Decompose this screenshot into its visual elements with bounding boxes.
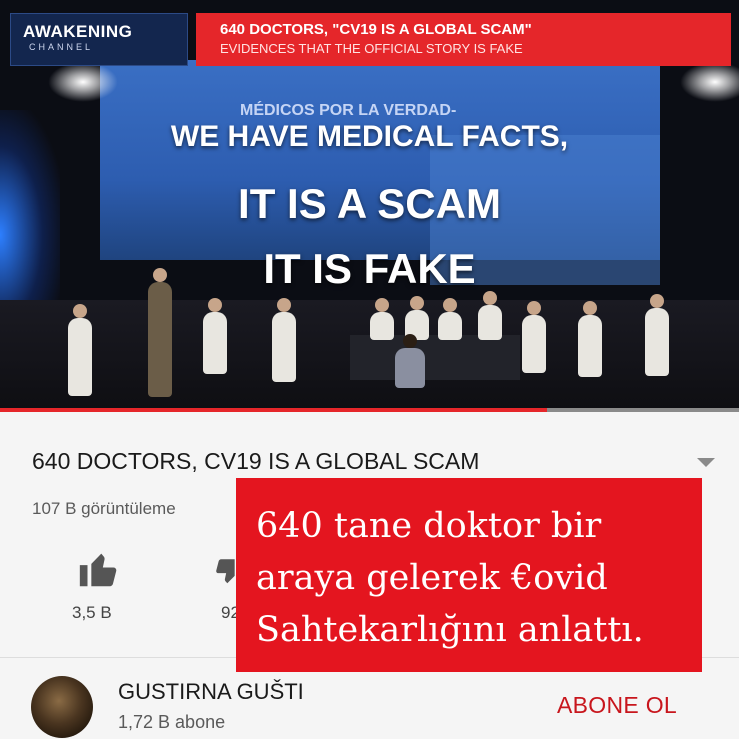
caption-overlay-box: 640 tane doktor bir araya gelerek €ovid …	[236, 478, 702, 672]
panelist-figure	[578, 301, 602, 377]
logo-text: AWAKENING	[23, 22, 133, 41]
view-count: 107 B görüntüleme	[32, 499, 176, 518]
banner-headline: 640 DOCTORS, "CV19 IS A GLOBAL SCAM"	[220, 21, 532, 38]
video-title: 640 DOCTORS, CV19 IS A GLOBAL SCAM	[32, 448, 480, 474]
panelist-figure	[522, 301, 546, 373]
panelist-figure	[370, 298, 394, 340]
overlay-text-line3: IT IS FAKE	[263, 245, 476, 292]
overlay-text-line1: WE HAVE MEDICAL FACTS,	[170, 120, 569, 153]
panelist-figure	[645, 294, 669, 376]
panelist-figure	[478, 291, 502, 340]
like-count: 3,5 B	[72, 603, 112, 622]
caption-line3: Sahtekarlığını anlattı.	[256, 610, 644, 650]
camera-operator-figure	[68, 304, 92, 396]
expand-chevron-icon[interactable]	[697, 458, 715, 467]
subscriber-count: 1,72 B abone	[118, 712, 226, 732]
ceiling-lamp	[48, 62, 118, 102]
video-player[interactable]: AWAKENING CHANNEL 640 DOCTORS, "CV19 IS …	[0, 0, 739, 412]
panel-table	[350, 335, 520, 380]
panelist-figure	[203, 298, 227, 374]
caption-line1: 640 tane doktor bir	[256, 506, 602, 546]
channel-logo: AWAKENING CHANNEL	[10, 13, 188, 66]
speaker-figure	[148, 268, 172, 397]
channel-avatar[interactable]	[31, 676, 93, 738]
panelist-figure	[272, 298, 296, 382]
overlay-text-line2: IT IS A SCAM	[238, 180, 501, 227]
banner-subheadline: EVIDENCES THAT THE OFFICIAL STORY IS FAK…	[220, 41, 523, 56]
title-banner: 640 DOCTORS, "CV19 IS A GLOBAL SCAM" EVI…	[196, 13, 731, 66]
thumbs-up-icon[interactable]	[76, 546, 122, 592]
projection-screen	[100, 60, 660, 285]
logo-subtext: CHANNEL	[29, 42, 94, 52]
channel-name[interactable]: GUSTIRNA GUŠTI	[118, 679, 304, 705]
ceiling-lamp	[680, 62, 739, 102]
caption-overlay-text: 640 tane doktor bir araya gelerek €ovid …	[256, 500, 644, 656]
audience-figure	[395, 334, 425, 388]
panelist-figure	[438, 298, 462, 340]
subscribe-button[interactable]: ABONE OL	[557, 692, 677, 719]
dislike-count: 92	[221, 603, 237, 622]
screen-caption: MÉDICOS POR LA VERDAD-	[240, 102, 457, 119]
caption-line2: araya gelerek €ovid	[256, 558, 608, 598]
